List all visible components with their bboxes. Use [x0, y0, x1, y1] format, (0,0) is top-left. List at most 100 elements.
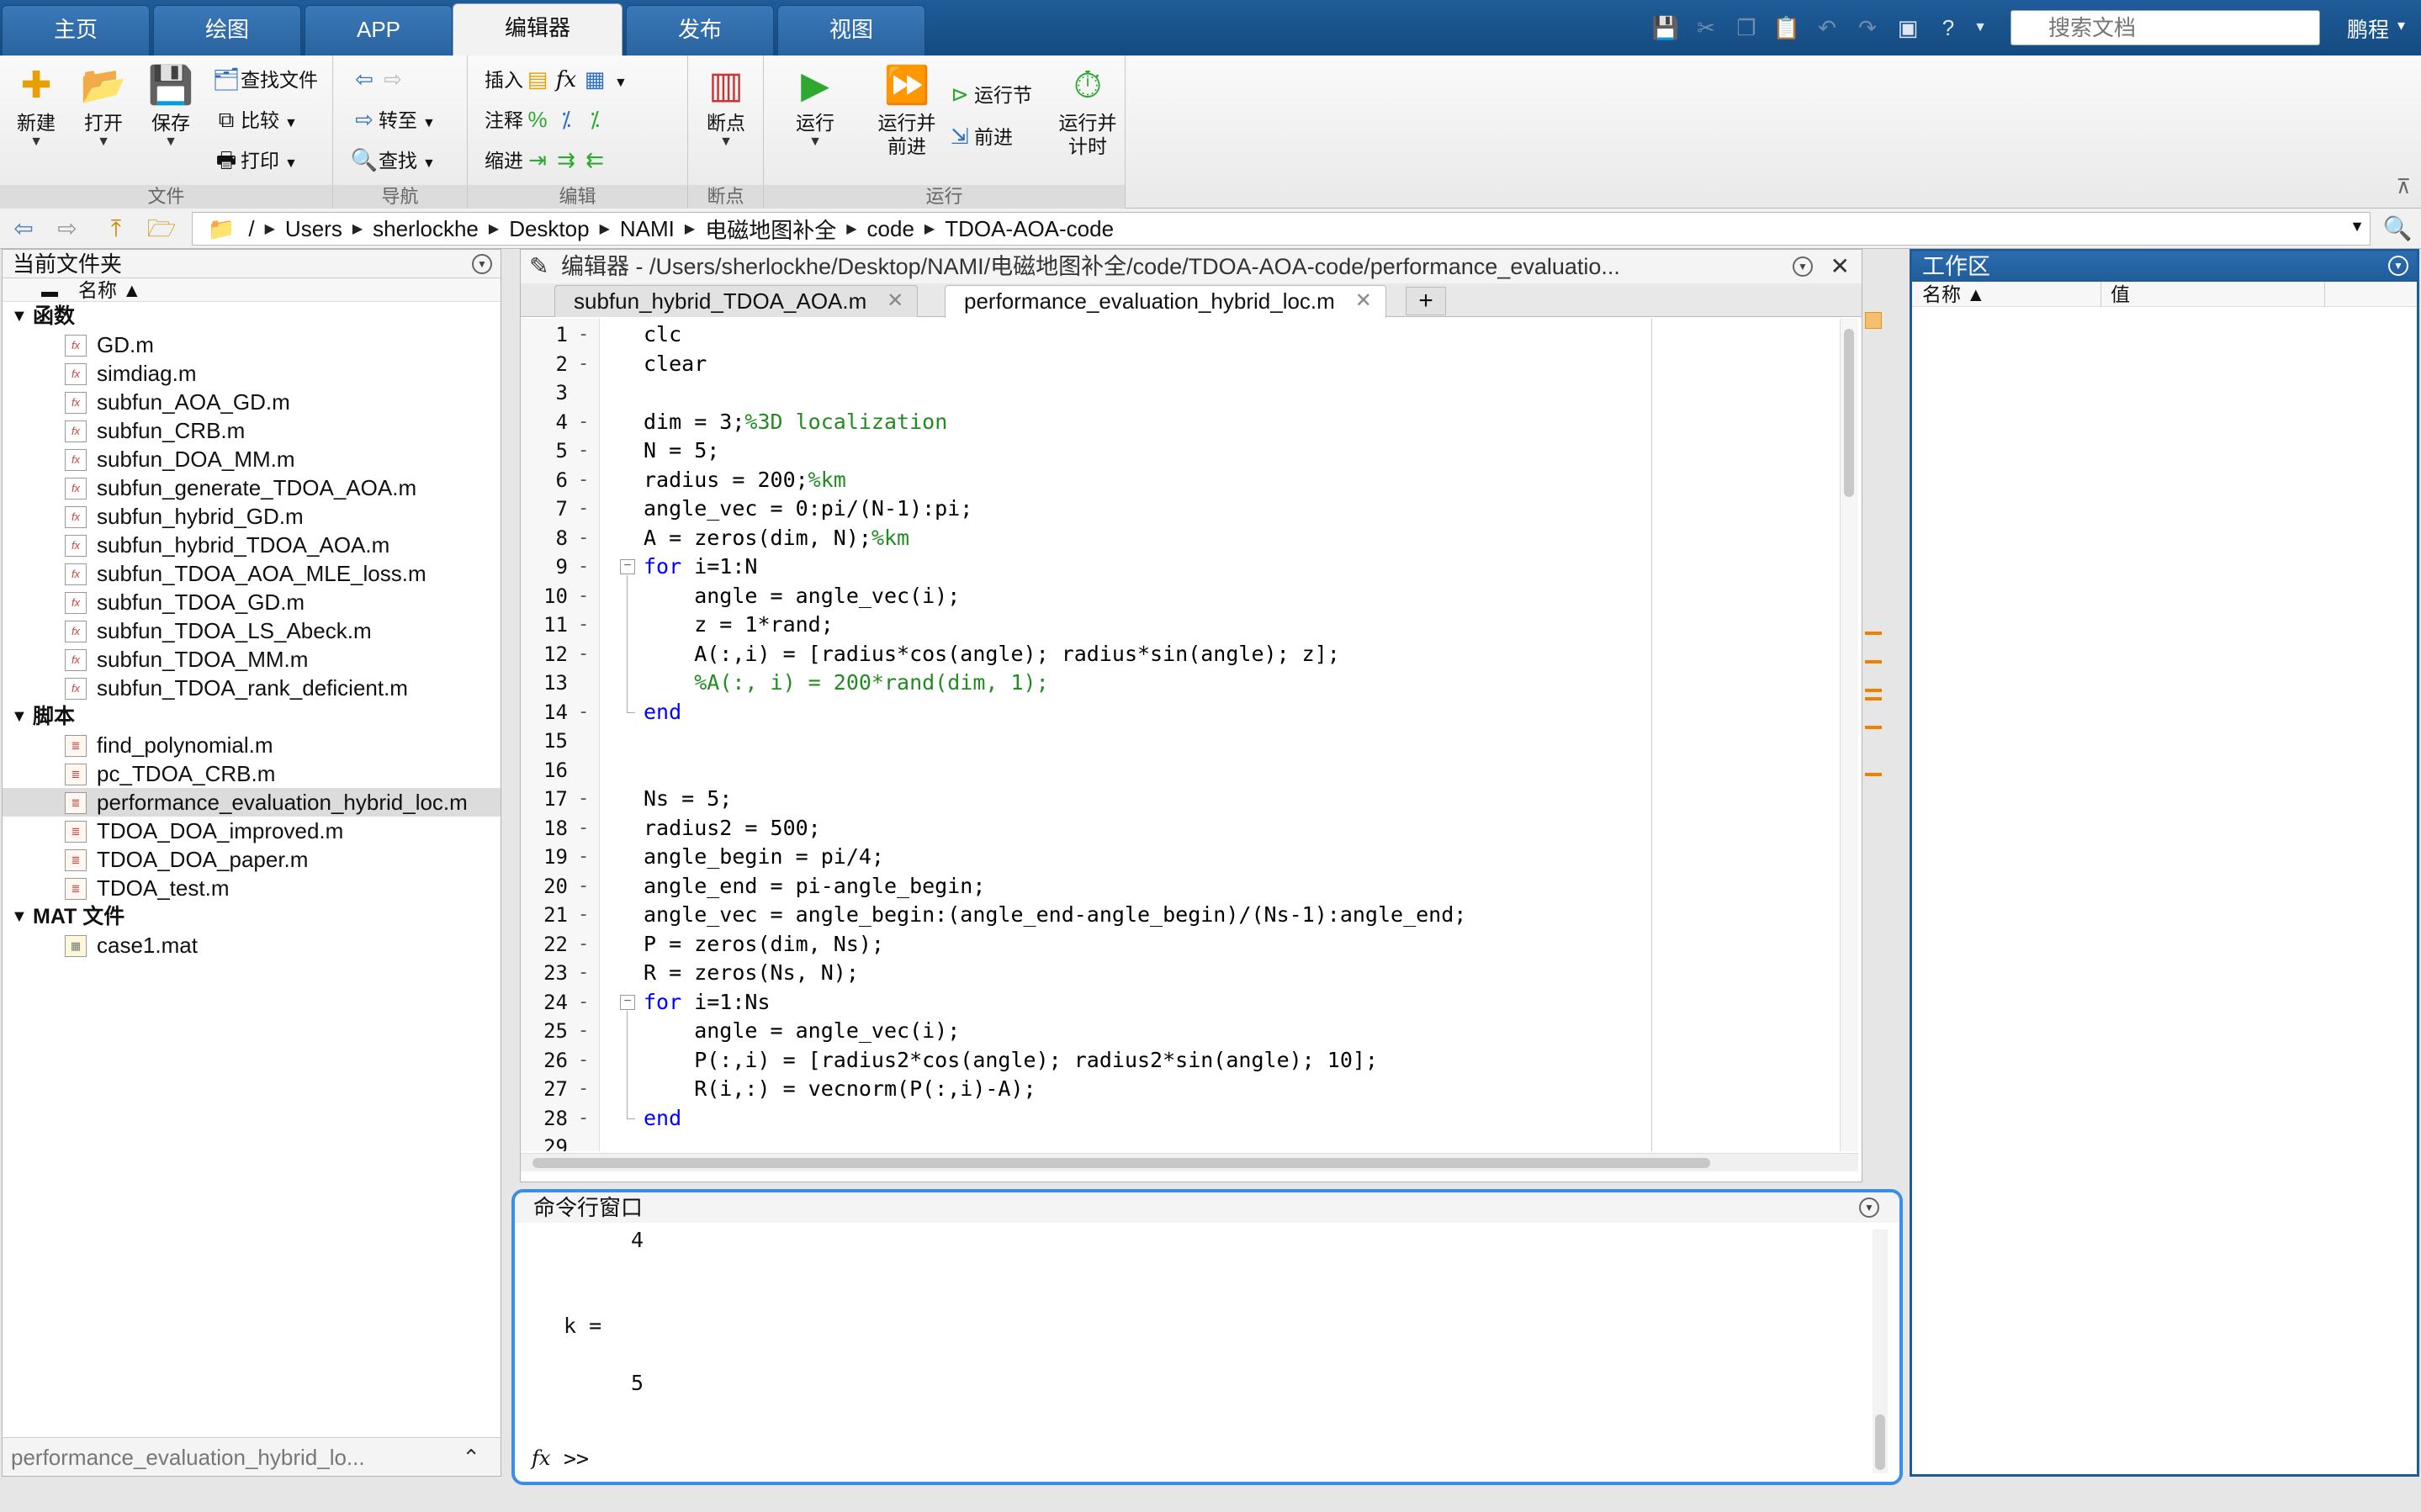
file-item[interactable]: fx subfun_AOA_GD.m	[3, 388, 501, 416]
indent-button[interactable]: 缩进 ⇥ ⇉ ⇇	[485, 143, 609, 177]
line-number[interactable]: 8	[521, 524, 568, 552]
line-number[interactable]: 13	[521, 669, 568, 697]
breakpoint-marker[interactable]: -	[578, 785, 590, 813]
file-item[interactable]: fx subfun_TDOA_MM.m	[3, 645, 501, 674]
run-section-button[interactable]: ⊳ 运行节	[946, 77, 1032, 111]
code-line[interactable]: end	[644, 1104, 681, 1133]
breakpoint-marker[interactable]: -	[578, 640, 590, 669]
folder-details-bar[interactable]: performance_evaluation_hybrid_lo... ⌃	[3, 1437, 501, 1476]
file-item[interactable]: ≣ TDOA_test.m	[3, 874, 501, 902]
cut-icon[interactable]: ✂	[1689, 11, 1723, 45]
breakpoint-marker[interactable]: -	[578, 814, 590, 843]
function-browser-icon[interactable]: fx	[532, 1446, 550, 1470]
breakpoint-marker[interactable]: -	[578, 350, 590, 378]
file-item[interactable]: fx simdiag.m	[3, 359, 501, 388]
scroll-thumb[interactable]	[532, 1158, 1710, 1168]
code-line[interactable]: A = zeros(dim, N);%km	[644, 524, 909, 552]
paste-icon[interactable]: 📋	[1770, 11, 1804, 45]
warning-mark[interactable]	[1865, 726, 1882, 729]
code-line[interactable]: angle_end = pi-angle_begin;	[644, 872, 985, 901]
breakpoint-marker[interactable]: -	[578, 436, 590, 465]
file-item[interactable]: fx subfun_TDOA_LS_Abeck.m	[3, 616, 501, 645]
breakpoint-marker[interactable]: -	[578, 698, 590, 727]
command-scrollbar[interactable]	[1873, 1229, 1888, 1473]
run-and-time-button[interactable]: ⏱ 运行并 计时	[1050, 61, 1126, 158]
compare-button[interactable]: ⧉ 比较 ▼	[212, 103, 298, 136]
path-segment[interactable]: Desktop	[502, 216, 596, 242]
copy-icon[interactable]: ❐	[1730, 11, 1763, 45]
path-segment[interactable]: 电磁地图补全	[698, 214, 843, 245]
code-line[interactable]: angle = angle_vec(i);	[644, 582, 960, 611]
file-item[interactable]: ≣ pc_TDOA_CRB.m	[3, 759, 501, 788]
save-button[interactable]: 💾 保存 ▼	[141, 61, 200, 150]
code-line[interactable]: for i=1:N	[644, 552, 757, 581]
breakpoint-marker[interactable]: -	[578, 611, 590, 639]
line-number[interactable]: 29	[521, 1133, 568, 1151]
tab-publish[interactable]: 发布	[626, 5, 774, 56]
line-number[interactable]: 11	[521, 611, 568, 639]
code-line[interactable]: dim = 3;%3D localization	[644, 408, 947, 436]
path-segment[interactable]: TDOA-AOA-code	[938, 216, 1120, 242]
command-prompt[interactable]: >>	[564, 1446, 589, 1471]
column-divider[interactable]	[2100, 282, 2101, 307]
line-number[interactable]: 4	[521, 408, 568, 436]
collapse-ribbon-icon[interactable]: ⊼	[2396, 175, 2411, 199]
code-line[interactable]: end	[644, 698, 681, 727]
file-item[interactable]: fx subfun_hybrid_TDOA_AOA.m	[3, 531, 501, 559]
code-line[interactable]: R = zeros(Ns, N);	[644, 959, 859, 987]
file-item[interactable]: fx subfun_DOA_MM.m	[3, 445, 501, 473]
fold-toggle-icon[interactable]: −	[620, 994, 635, 1010]
file-item[interactable]: fx GD.m	[3, 330, 501, 359]
code-line[interactable]: angle_vec = angle_begin:(angle_end-angle…	[644, 901, 1466, 929]
breakpoint-marker[interactable]: -	[578, 901, 590, 929]
fold-toggle-icon[interactable]: −	[620, 559, 635, 574]
close-icon[interactable]: ✕	[1830, 250, 1850, 283]
tab-apps[interactable]: APP	[305, 5, 453, 56]
help-icon[interactable]: ?	[1931, 11, 1965, 45]
line-number[interactable]: 23	[521, 959, 568, 987]
panel-actions-icon[interactable]: ▼	[1859, 1197, 1879, 1218]
file-item[interactable]: fx subfun_hybrid_GD.m	[3, 502, 501, 531]
code-line[interactable]: angle_begin = pi/4;	[644, 843, 884, 871]
line-number[interactable]: 17	[521, 785, 568, 813]
folder-column-header[interactable]: ▬ 名称 ▲	[3, 278, 501, 302]
line-number[interactable]: 12	[521, 640, 568, 669]
warning-mark[interactable]	[1865, 697, 1882, 700]
run-button[interactable]: ▶ 运行 ▼	[786, 61, 845, 150]
browse-folder-icon[interactable]: 🗁	[145, 212, 178, 246]
editor-vertical-scrollbar[interactable]	[1840, 319, 1858, 1151]
code-line[interactable]: P(:,i) = [radius2*cos(angle); radius2*si…	[644, 1046, 1378, 1075]
code-line[interactable]: radius2 = 500;	[644, 814, 821, 843]
folder-section[interactable]: ▼ 脚本	[3, 702, 501, 731]
line-number[interactable]: 22	[521, 930, 568, 959]
advance-button[interactable]: ⇲ 前进	[946, 119, 1013, 153]
code-line[interactable]: R(i,:) = vecnorm(P(:,i)-A);	[644, 1075, 1036, 1103]
line-number[interactable]: 24	[521, 988, 568, 1017]
find-files-button[interactable]: 🗂查找文件	[212, 62, 318, 96]
folder-section[interactable]: ▼ MAT 文件	[3, 902, 501, 931]
line-number[interactable]: 18	[521, 814, 568, 843]
breakpoint-marker[interactable]: -	[578, 843, 590, 871]
code-area[interactable]: 1-2-3 4-5-6-7-8-9-10-11-12-13 14-15 16 17-18…	[521, 319, 1835, 1151]
breakpoint-marker[interactable]: -	[578, 872, 590, 901]
up-folder-icon[interactable]: ⤒	[99, 212, 133, 246]
file-item[interactable]: ≣ performance_evaluation_hybrid_loc.m	[3, 788, 501, 817]
back-forward-buttons[interactable]: ⇦ ⇨	[350, 62, 407, 96]
line-number[interactable]: 3	[521, 378, 568, 407]
code-line[interactable]: %A(:, i) = 200*rand(dim, 1);	[644, 669, 1048, 697]
breakpoint-marker[interactable]: -	[578, 408, 590, 436]
warning-mark[interactable]	[1865, 689, 1882, 692]
line-number[interactable]: 27	[521, 1075, 568, 1103]
new-button[interactable]: ✚ 新建 ▼	[7, 61, 66, 150]
line-number[interactable]: 20	[521, 872, 568, 901]
print-button[interactable]: 🖶 打印 ▼	[212, 143, 298, 177]
search-folder-icon[interactable]: 🔍	[2381, 212, 2414, 246]
back-arrow-icon[interactable]: ⇦	[7, 212, 40, 246]
file-item[interactable]: fx subfun_generate_TDOA_AOA.m	[3, 473, 501, 502]
close-tab-icon[interactable]: ✕	[1355, 286, 1372, 316]
expand-triangle-icon[interactable]: ▼	[11, 702, 28, 731]
breakpoint-marker[interactable]: -	[578, 959, 590, 987]
undo-icon[interactable]: ↶	[1810, 11, 1844, 45]
code-line[interactable]: Ns = 5;	[644, 785, 732, 813]
column-name[interactable]: 名称 ▲	[1922, 282, 1985, 307]
